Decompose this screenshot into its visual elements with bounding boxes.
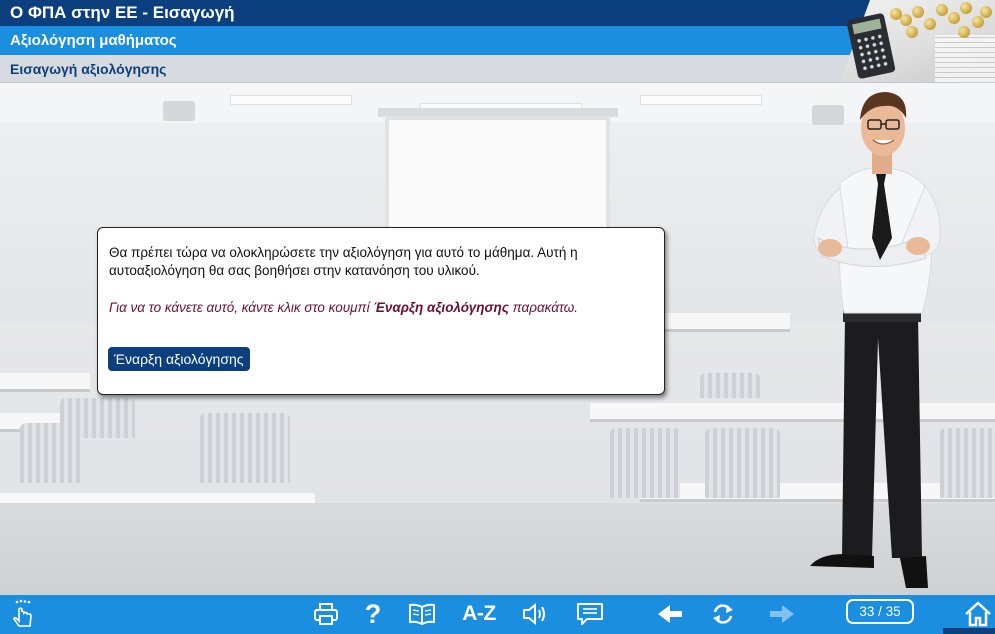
header-money-image (840, 0, 995, 82)
book-icon[interactable] (407, 600, 437, 628)
touch-hand-icon[interactable] (10, 599, 36, 628)
glossary-icon[interactable]: A-Z (458, 600, 500, 628)
course-title: Ο ΦΠΑ στην ΕΕ - Εισαγωγή (10, 3, 235, 22)
bottom-toolbar: ? A-Z 33 / 35 (0, 595, 995, 634)
home-underline (943, 628, 995, 634)
presenter-man-image (810, 92, 941, 588)
replay-icon[interactable] (709, 600, 737, 628)
instruction-text: Για να το κάνετε αυτό, κάντε κλικ στο κο… (109, 300, 579, 315)
instruction-emphasis: Έναρξη αξιολόγησης (373, 300, 509, 315)
page-counter: 33 / 35 (846, 599, 914, 624)
audio-icon[interactable] (520, 600, 550, 628)
section-title: Αξιολόγηση μαθήματος (10, 32, 177, 49)
intro-text: Θα πρέπει τώρα να ολοκληρώσετε την αξιολ… (109, 245, 578, 278)
home-icon[interactable] (963, 600, 993, 628)
transcript-icon[interactable] (575, 600, 605, 628)
forward-arrow-icon[interactable] (767, 600, 797, 628)
start-assessment-button[interactable]: Έναρξη αξιολόγησης (108, 347, 250, 371)
help-icon[interactable]: ? (362, 599, 384, 629)
back-arrow-icon[interactable] (655, 600, 685, 628)
print-icon[interactable] (313, 600, 339, 628)
assessment-intro-dialog: Θα πρέπει τώρα να ολοκληρώσετε την αξιολ… (97, 227, 665, 395)
page-title: Εισαγωγή αξιολόγησης (10, 61, 167, 77)
